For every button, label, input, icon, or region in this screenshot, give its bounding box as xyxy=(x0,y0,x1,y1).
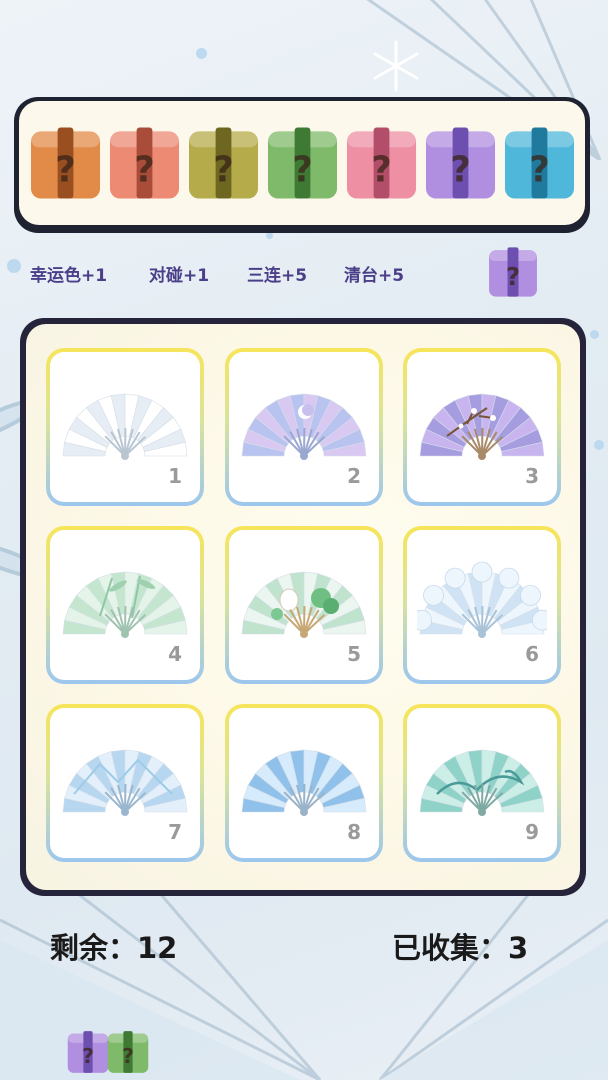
question-box-icon: ? xyxy=(425,127,495,199)
fan-tile-card: 4 xyxy=(50,530,200,680)
svg-text:?: ? xyxy=(82,1044,94,1068)
fan-tile[interactable]: 6 xyxy=(403,526,561,684)
fan-tile[interactable]: 5 xyxy=(225,526,383,684)
rule-triple: 三连+5 xyxy=(247,265,308,286)
remaining-count: 剩余：12 xyxy=(50,931,178,965)
mystery-box-slot[interactable]: ? xyxy=(108,125,181,201)
blue-mountain-fan-icon xyxy=(62,749,188,816)
question-box-icon: ? xyxy=(30,127,100,199)
fan-tile[interactable]: 8 xyxy=(225,704,383,862)
fan-tile-card: 8 xyxy=(229,708,379,858)
mystery-box-slot[interactable]: ? xyxy=(424,125,497,201)
snowflake-icon xyxy=(373,40,419,92)
question-box-icon: ? xyxy=(67,1031,109,1073)
question-box-icon: ? xyxy=(346,127,416,199)
svg-text:?: ? xyxy=(506,262,520,291)
mystery-box-slot[interactable]: ? xyxy=(345,125,418,201)
fan-tile-card: 9 xyxy=(407,708,557,858)
question-box-icon: ? xyxy=(489,247,537,297)
fan-tile-number: 3 xyxy=(525,464,539,488)
purple-plum-blossom-fan-icon xyxy=(419,393,545,460)
snow-dot xyxy=(196,48,207,59)
question-box-icon: ? xyxy=(188,127,258,199)
fan-tile-number: 4 xyxy=(168,642,182,666)
mystery-box-slot[interactable]: ? xyxy=(29,125,102,201)
cloud-scalloped-fan-icon xyxy=(417,561,547,638)
svg-text:?: ? xyxy=(134,150,155,191)
snow-dot xyxy=(266,232,273,239)
fan-tile[interactable]: 3 xyxy=(403,348,561,506)
teal-wave-fan-icon xyxy=(419,749,545,816)
svg-text:?: ? xyxy=(292,150,313,191)
question-box-icon: ? xyxy=(109,127,179,199)
fan-tile-number: 6 xyxy=(525,642,539,666)
box-tray: ??????? xyxy=(14,97,590,233)
svg-text:?: ? xyxy=(529,150,550,191)
fan-tile-card: 6 xyxy=(407,530,557,680)
fan-tile-card: 3 xyxy=(407,352,557,502)
fan-tile-number: 7 xyxy=(168,820,182,844)
rule-pair: 对碰+1 xyxy=(149,265,210,286)
fan-tile-number: 9 xyxy=(525,820,539,844)
question-box-icon: ? xyxy=(267,127,337,199)
fan-tile-number: 8 xyxy=(347,820,361,844)
snow-dot xyxy=(7,259,21,273)
fan-tile-number: 5 xyxy=(347,642,361,666)
fan-tile-number: 1 xyxy=(168,464,182,488)
mystery-box-slot[interactable]: ? xyxy=(503,125,576,201)
svg-text:?: ? xyxy=(122,1044,134,1068)
fan-tile-card: 5 xyxy=(229,530,379,680)
snow-dot xyxy=(590,330,599,339)
game-board: 1 2 3 4 5 6 7 8 9 xyxy=(20,318,586,896)
rule-lucky-color: 幸运色+1 xyxy=(30,265,108,286)
game-board-inner: 1 2 3 4 5 6 7 8 9 xyxy=(26,324,580,890)
next-mystery-box[interactable]: ? xyxy=(487,246,539,298)
white-plain-fan-icon xyxy=(62,393,188,460)
collected-count: 已收集：3 xyxy=(392,931,529,965)
svg-text:?: ? xyxy=(213,150,234,191)
fan-tile-number: 2 xyxy=(347,464,361,488)
box-tray-inner: ??????? xyxy=(19,101,585,225)
mystery-box-slot[interactable]: ? xyxy=(266,125,339,201)
rule-clear: 清台+5 xyxy=(344,265,405,286)
lotus-pond-fan-icon xyxy=(241,571,367,638)
fan-tile-card: 7 xyxy=(50,708,200,858)
fan-tile-card: 1 xyxy=(50,352,200,502)
box-stack[interactable]: ?? xyxy=(44,1026,164,1080)
fan-tile[interactable]: 7 xyxy=(46,704,204,862)
fan-tile[interactable]: 9 xyxy=(403,704,561,862)
svg-text:?: ? xyxy=(371,150,392,191)
score-rules: 幸运色+1 对碰+1 三连+5 清台+5 xyxy=(30,258,430,288)
snow-dot xyxy=(594,440,604,450)
question-box-icon: ? xyxy=(504,127,574,199)
mystery-box-slot[interactable]: ? xyxy=(187,125,260,201)
green-bamboo-fan-icon xyxy=(62,571,188,638)
lavender-moon-fan-icon xyxy=(241,393,367,460)
blue-watercolor-fan-icon xyxy=(241,749,367,816)
fan-tile-card: 2 xyxy=(229,352,379,502)
fan-tile[interactable]: 4 xyxy=(46,526,204,684)
svg-text:?: ? xyxy=(450,150,471,191)
fan-tile[interactable]: 2 xyxy=(225,348,383,506)
fan-tile[interactable]: 1 xyxy=(46,348,204,506)
svg-text:?: ? xyxy=(55,150,76,191)
question-box-icon: ? xyxy=(107,1031,149,1073)
